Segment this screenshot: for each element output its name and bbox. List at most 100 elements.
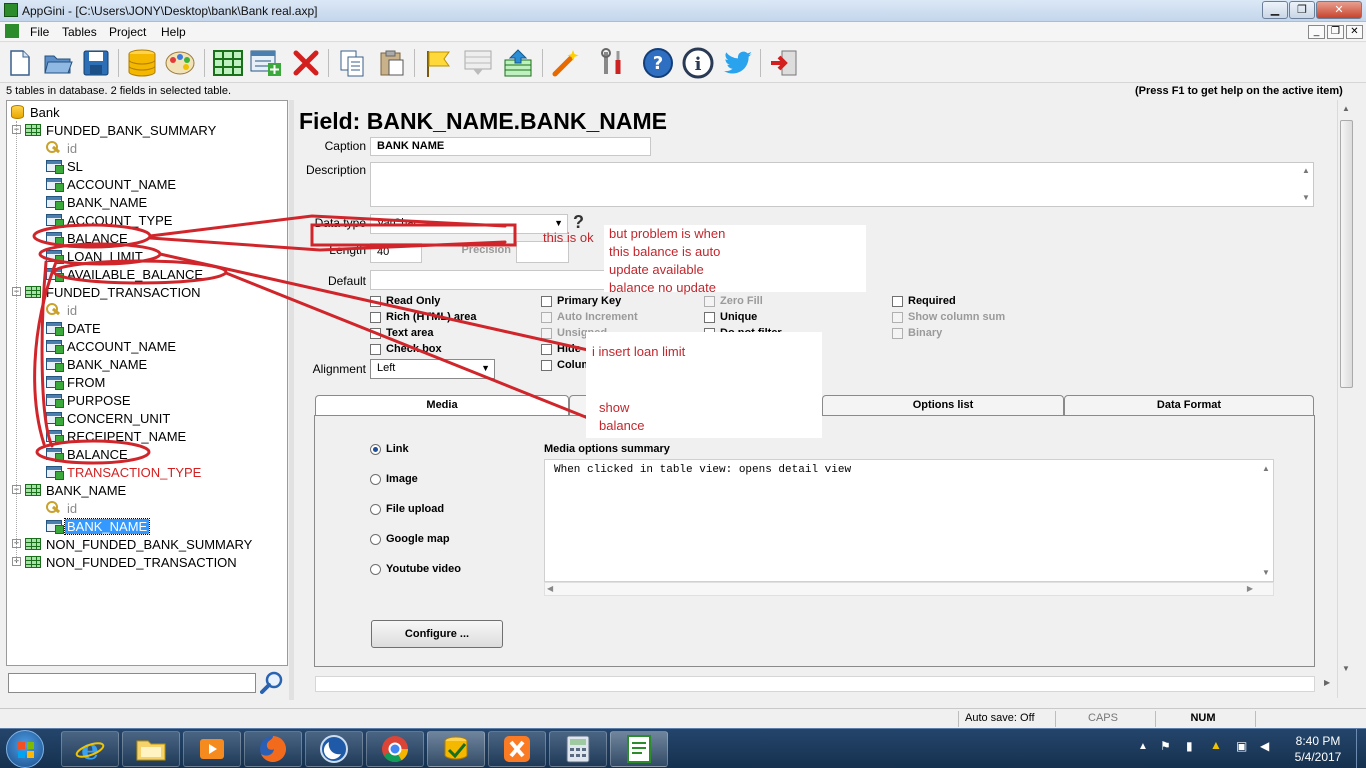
tab-options-list[interactable]: Options list (822, 395, 1064, 415)
tab-data-format[interactable]: Data Format (1064, 395, 1314, 415)
delete-icon[interactable] (290, 47, 322, 79)
tree-root[interactable]: Bank (11, 103, 62, 121)
menu-project[interactable]: Project (109, 25, 146, 39)
palette-icon[interactable] (164, 47, 196, 79)
upload-icon[interactable] (502, 47, 534, 79)
close-button[interactable]: ✕ (1316, 1, 1362, 19)
help-icon[interactable]: ? (642, 47, 674, 79)
panel-vscrollbar[interactable]: ▲ ▼ (1337, 100, 1355, 698)
auto-increment-checkbox[interactable]: Auto Increment (541, 311, 638, 323)
rich-html-area-checkbox[interactable]: Rich (HTML) area (370, 311, 476, 323)
maximize-button[interactable]: ❐ (1289, 1, 1315, 19)
tree-table-node[interactable]: NON_FUNDED_BANK_SUMMARY (25, 535, 254, 553)
tree-field-node[interactable]: PURPOSE (46, 391, 133, 409)
description-scroll-up[interactable]: ▲ (1302, 166, 1310, 175)
table-icon[interactable] (212, 47, 244, 79)
tree-field-node[interactable]: BALANCE (46, 445, 130, 463)
length-input[interactable]: 40 (370, 243, 422, 263)
tree-field-node[interactable]: ACCOUNT_TYPE (46, 211, 174, 229)
tree-field-node[interactable]: DATE (46, 319, 103, 337)
twitter-icon[interactable] (722, 47, 754, 79)
panel-hscrollbar[interactable] (315, 676, 1315, 692)
notepad-icon[interactable] (610, 731, 668, 767)
tree-search-input[interactable] (8, 673, 256, 693)
calculator-icon[interactable] (549, 731, 607, 767)
tree-field-node[interactable]: FROM (46, 373, 107, 391)
tree-field-node[interactable]: BANK_NAME (46, 193, 149, 211)
app-icon[interactable] (305, 731, 363, 767)
tree-table-node[interactable]: BANK_NAME (25, 481, 128, 499)
search-icon[interactable] (260, 671, 284, 695)
tree-field-node[interactable]: BALANCE (46, 229, 130, 247)
disabled-icon[interactable] (462, 47, 494, 79)
tree-field-node[interactable]: BANK_NAME (46, 517, 151, 535)
clock-time[interactable]: 8:40 PM (1293, 734, 1343, 748)
paste-icon[interactable] (376, 47, 408, 79)
caption-input[interactable]: BANK NAME (370, 137, 651, 156)
clock-date[interactable]: 5/4/2017 (1293, 750, 1343, 764)
tree-field-node[interactable]: ACCOUNT_NAME (46, 175, 178, 193)
chevron-up-icon[interactable]: ▲ (1342, 104, 1350, 113)
tree-key-node[interactable]: id (46, 499, 79, 517)
media-google-map-radio[interactable]: Google map (370, 533, 450, 545)
start-button[interactable] (6, 730, 44, 768)
chrome-icon[interactable] (366, 731, 424, 767)
tree-table-node[interactable]: FUNDED_TRANSACTION (25, 283, 203, 301)
mdi-restore-button[interactable]: ❐ (1327, 25, 1344, 39)
alignment-select[interactable]: Left ▼ (370, 359, 495, 379)
binary-checkbox[interactable]: Binary (892, 327, 942, 339)
description-input[interactable] (370, 162, 1314, 207)
media-link-radio[interactable]: Link (370, 443, 409, 455)
tray-show-hidden-icon[interactable]: ▲ (1138, 741, 1148, 752)
appgini-icon[interactable] (427, 731, 485, 767)
tree-field-node[interactable]: TRANSACTION_TYPE (46, 463, 203, 481)
media-image-radio[interactable]: Image (370, 473, 418, 485)
tree-field-node[interactable]: CONCERN_UNIT (46, 409, 172, 427)
scroll-thumb[interactable] (1340, 120, 1353, 388)
media-player-icon[interactable] (183, 731, 241, 767)
summary-hscrollbar[interactable]: ◀ ▶ (544, 582, 1274, 596)
default-input[interactable] (370, 270, 610, 290)
new-file-icon[interactable] (4, 47, 36, 79)
datatype-select[interactable]: VarChar ▼ (370, 214, 568, 234)
database-icon[interactable] (126, 47, 158, 79)
mdi-close-button[interactable]: ✕ (1346, 25, 1363, 39)
tree-table-node[interactable]: NON_FUNDED_TRANSACTION (25, 553, 239, 571)
summary-scroll-down[interactable]: ▼ (1262, 568, 1270, 577)
tray-battery-icon[interactable]: ▣ (1236, 739, 1247, 753)
xampp-icon[interactable] (488, 731, 546, 767)
table-tree[interactable]: Bank − FUNDED_BANK_SUMMARY id SL ACCOUNT_NAME… (6, 100, 288, 666)
explorer-icon[interactable] (122, 731, 180, 767)
hide-checkbox[interactable]: Hide (541, 343, 581, 355)
tray-network-icon[interactable]: ▮ (1186, 739, 1193, 753)
text-area-checkbox[interactable]: Text area (370, 327, 434, 339)
firefox-icon[interactable] (244, 731, 302, 767)
tree-table-node[interactable]: FUNDED_BANK_SUMMARY (25, 121, 218, 139)
menu-tables[interactable]: Tables (62, 25, 97, 39)
check-box-checkbox[interactable]: Check box (370, 343, 442, 355)
media-file-upload-radio[interactable]: File upload (370, 503, 444, 515)
tree-field-node[interactable]: LOAN_LIMIT (46, 247, 145, 265)
minimize-button[interactable]: ▁ (1262, 1, 1288, 19)
tray-flag-icon[interactable]: ⚑ (1160, 739, 1171, 753)
tab-media[interactable]: Media (315, 395, 569, 415)
chevron-right-icon[interactable]: ▶ (1324, 678, 1330, 687)
info-icon[interactable]: i (682, 47, 714, 79)
add-field-icon[interactable] (250, 47, 282, 79)
save-icon[interactable] (80, 47, 112, 79)
tree-field-node[interactable]: BANK_NAME (46, 355, 149, 373)
tray-volume-icon[interactable]: ◀ (1260, 739, 1269, 753)
chevron-right-icon[interactable]: ▶ (1247, 584, 1253, 593)
exit-icon[interactable] (768, 47, 800, 79)
menu-file[interactable]: File (30, 25, 49, 39)
tray-drive-icon[interactable]: ▲ (1210, 738, 1222, 752)
show-column-sum-checkbox[interactable]: Show column sum (892, 311, 1005, 323)
tree-field-node[interactable]: AVAILABLE_BALANCE (46, 265, 205, 283)
panel-splitter[interactable] (289, 100, 294, 700)
unique-checkbox[interactable]: Unique (704, 311, 757, 323)
magic-wand-icon[interactable] (550, 47, 582, 79)
description-scroll-down[interactable]: ▼ (1302, 193, 1310, 202)
media-youtube-video-radio[interactable]: Youtube video (370, 563, 461, 575)
tools-icon[interactable] (596, 47, 628, 79)
tree-key-node[interactable]: id (46, 301, 79, 319)
